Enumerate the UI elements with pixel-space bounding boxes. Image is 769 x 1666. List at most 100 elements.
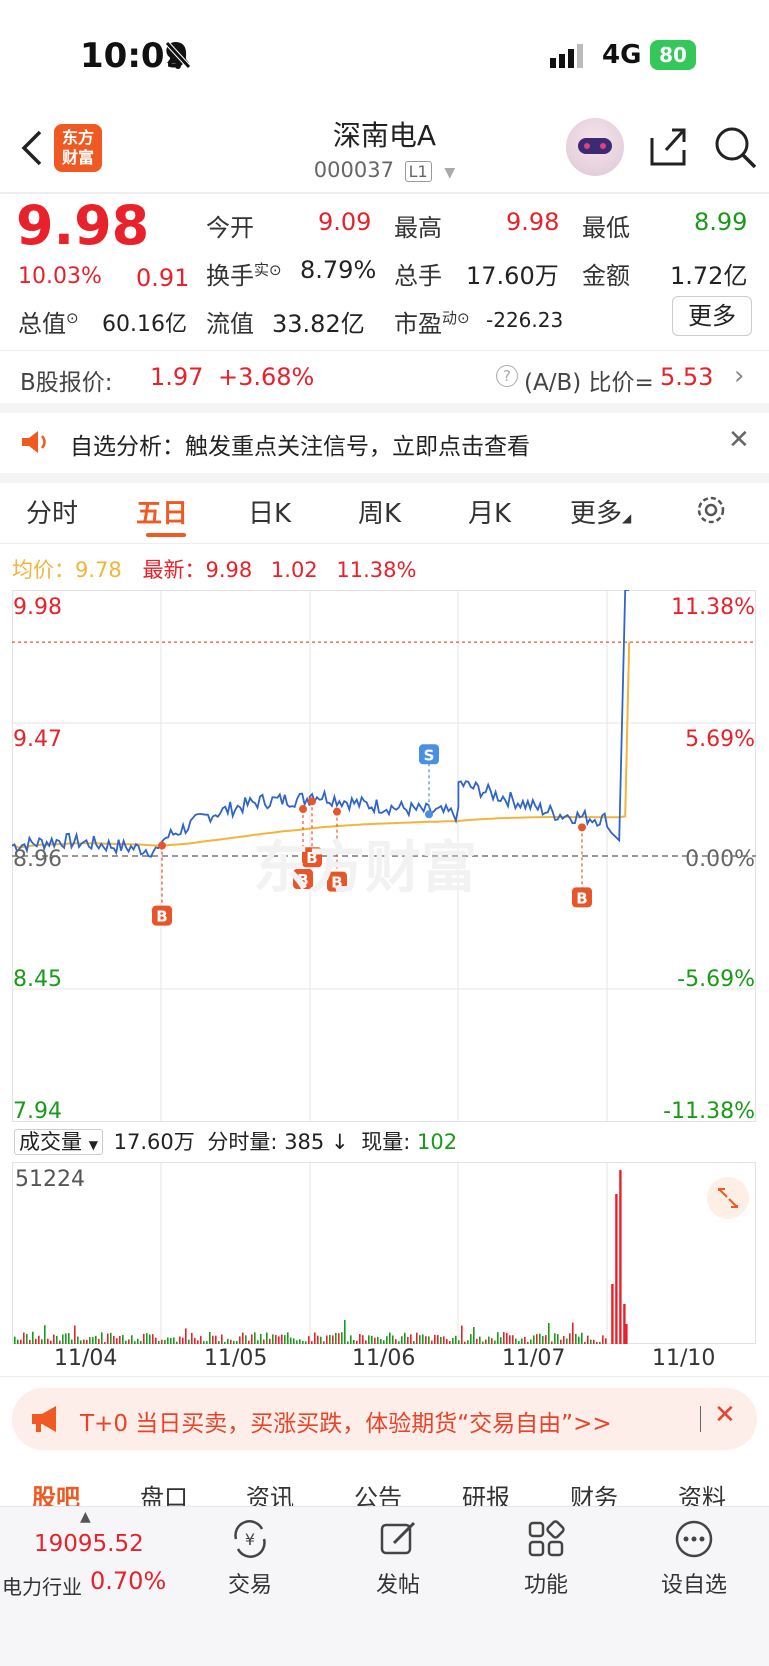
volume-bar [53,1334,55,1344]
caret-up-icon: ▲ [80,1509,91,1525]
open-label: 今开 [206,214,254,242]
chevron-right-icon: › [734,361,745,391]
nav-trade[interactable]: ¥ 交易 [200,1517,300,1599]
volume-bar [245,1335,247,1344]
volume-bar [470,1334,472,1344]
battery-level: 80 [659,43,687,67]
tab-guba[interactable]: 股吧 [32,1478,80,1506]
pe-value: -226.23 [486,308,564,332]
float-cap-label: 流值 [206,310,254,338]
volume-bar [461,1325,463,1344]
more-button[interactable]: 更多 [672,296,752,336]
tab-finance[interactable]: 财务 [570,1478,618,1506]
y-left-4: 7.94 [13,1099,62,1124]
tab-profile[interactable]: 资料 [678,1478,726,1506]
tab-active-indicator [146,533,186,537]
info-icon[interactable]: ⊙ [66,309,79,327]
index-value[interactable]: 19095.52 [34,1531,144,1557]
info-icon[interactable]: ⊙ [269,261,282,279]
volume-bar [149,1334,151,1344]
tab-weekly-k[interactable]: 周K [358,493,401,530]
speaker-icon [20,429,50,459]
volume-bar [95,1335,97,1344]
nav-function[interactable]: 功能 [496,1517,596,1599]
volume-bar [221,1334,223,1344]
grid-icon [528,1520,565,1557]
volume-selector[interactable]: 成交量 ▼ [14,1129,103,1155]
chart-info-row: 均价：9.78 最新：9.98 1.02 11.38% [12,554,416,584]
status-bar: 10:09 4G 80 [0,0,769,110]
amount-value: 1.72亿 [670,262,748,290]
nav-post-label: 发帖 [375,1573,420,1598]
industry-label[interactable]: 电力行业 [2,1571,82,1600]
amount-label: 金额 [582,262,630,290]
promo-banner[interactable]: T+0 当日买卖，买涨买跌，体验期货“交易自由”>> ✕ [12,1388,757,1450]
close-icon[interactable]: ✕ [728,425,750,455]
turnover-sup: 实 [254,261,270,279]
tick-value: 385 [284,1130,325,1154]
volume-bar [251,1334,253,1344]
volume-bar [602,1335,604,1344]
volume-bar [575,1333,577,1344]
top-nav: 东方财富 深南电A 000037 L1 ▼ [0,110,769,192]
volume-bar [569,1333,571,1344]
volume-bar [479,1336,481,1344]
volume-bar [338,1333,340,1344]
volume-bar [278,1336,280,1344]
tick-label: 分时量: [207,1130,278,1154]
volume-bar [554,1333,556,1344]
tab-five-day[interactable]: 五日 [136,493,188,530]
volume-bar [422,1334,424,1344]
price-chart[interactable]: BBBBSB 东方财富 9.98 9.47 8.96 8.45 7.94 11.… [12,590,756,1124]
volume-bar [101,1332,103,1344]
tab-monthly-k[interactable]: 月K [468,493,511,530]
settings-gear-icon[interactable] [694,493,728,534]
promo-close-icon[interactable]: ✕ [714,1400,736,1430]
question-icon[interactable]: ? [496,365,518,387]
volume-bar [506,1332,508,1344]
y-right-4: -11.38% [663,1099,755,1124]
divider [0,403,769,413]
volume-bar [440,1336,442,1344]
pe-sup: 动 [442,309,458,327]
volume-bar [503,1332,505,1344]
volume-bar [329,1334,331,1344]
nav-post[interactable]: 发帖 [348,1517,448,1599]
stock-code: 000037 [313,158,394,182]
expand-icon[interactable] [707,1177,749,1219]
level-badge: L1 [404,161,432,182]
info-icon[interactable]: ⊙ [457,309,470,327]
tab-pankou[interactable]: 盘口 [140,1478,188,1506]
volume-chart[interactable]: 51224 [12,1162,756,1344]
tab-news[interactable]: 资讯 [246,1478,294,1506]
tab-announcement[interactable]: 公告 [354,1478,402,1506]
nav-add-watchlist[interactable]: 设自选 [644,1517,744,1599]
signal-banner[interactable]: 自选分析：触发重点关注信号，立即点击查看 ✕ [0,413,769,473]
volume-label: 总手 [394,262,442,290]
search-icon[interactable] [712,124,758,174]
marker-dot [299,805,307,814]
nav-add-watchlist-label: 设自选 [660,1573,727,1598]
volume-bar [455,1335,457,1344]
volume-bar [509,1335,511,1344]
tab-intraday[interactable]: 分时 [26,493,78,530]
volume-bar [548,1323,550,1344]
robot-assistant-icon[interactable] [566,118,624,176]
bshare-label: B股报价: [20,370,113,396]
y-left-1: 9.47 [13,727,62,752]
volume-bar [152,1334,154,1344]
volume-bar [209,1332,211,1344]
dropdown-icon: ▼ [444,165,456,181]
volume-bar [416,1332,418,1344]
tab-research[interactable]: 研报 [462,1478,510,1506]
nav-trade-label: 交易 [227,1573,272,1598]
tab-more[interactable]: 更多◢ [570,493,631,530]
price-main: 9.98 [16,194,150,257]
bshare-row[interactable]: B股报价: 1.97 +3.68% ? (A/B) 比价= 5.53 › [0,351,769,403]
market-cap-label-text: 总值 [18,310,66,338]
tab-daily-k[interactable]: 日K [248,493,291,530]
share-icon[interactable] [646,124,690,172]
y-right-3: -5.69% [677,967,755,992]
volume-bar [434,1334,436,1344]
volume-bar [92,1337,94,1344]
